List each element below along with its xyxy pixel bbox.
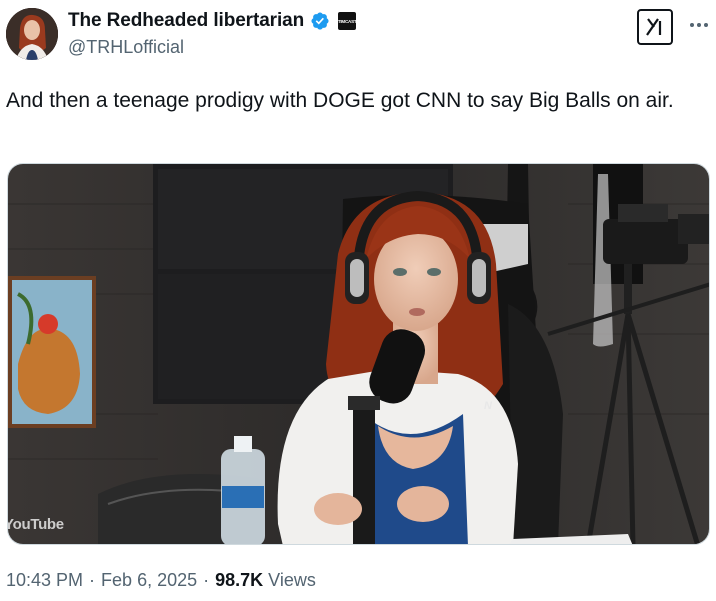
chair-logo-text: N	[484, 400, 492, 412]
tweet-media-image[interactable]: N YouTube	[7, 163, 710, 545]
views-count[interactable]: 98.7K	[215, 570, 263, 591]
tweet-time[interactable]: 10:43 PM	[6, 570, 83, 591]
grok-icon	[646, 18, 662, 36]
tweet-meta: 10:43 PM · Feb 6, 2025 · 98.7K Views	[6, 570, 316, 591]
video-still-image	[8, 164, 709, 544]
meta-separator: ·	[203, 570, 210, 590]
avatar-image	[6, 8, 58, 60]
affiliate-badge[interactable]: TIMCAST	[338, 12, 357, 30]
youtube-watermark: YouTube	[7, 516, 64, 533]
more-button[interactable]	[688, 14, 710, 36]
tweet-date[interactable]: Feb 6, 2025	[101, 570, 197, 591]
author-avatar[interactable]	[6, 8, 58, 60]
verified-badge-icon[interactable]	[310, 11, 330, 31]
author-display-name[interactable]: The Redheaded libertarian	[68, 10, 304, 32]
views-label: Views	[268, 570, 316, 590]
tweet-text: And then a teenage prodigy with DOGE got…	[6, 89, 674, 112]
tweet-header: The Redheaded libertarian TIMCAST @TRHLo…	[0, 0, 716, 80]
meta-separator: ·	[89, 570, 96, 590]
more-icon	[690, 23, 708, 27]
grok-button[interactable]	[637, 9, 673, 45]
author-handle[interactable]: @TRHLofficial	[68, 37, 184, 58]
